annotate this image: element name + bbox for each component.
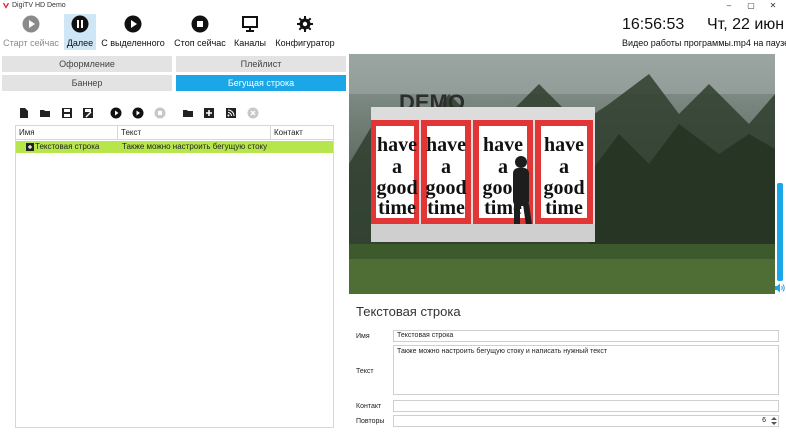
row-text-cell: Также можно настроить бегущую стоку и (122, 142, 270, 151)
poster-text-2: a (498, 156, 508, 178)
next-button[interactable]: Далее (64, 14, 96, 50)
poster-text-4: time (427, 197, 465, 219)
edit-title: Текстовая строка (356, 304, 461, 319)
clock: 16:56:53 (622, 16, 685, 33)
column-header-contact[interactable]: Контакт (271, 126, 333, 140)
poster-text-2: a (441, 156, 451, 178)
stepper-arrows-icon[interactable] (770, 416, 778, 426)
tab-ticker[interactable]: Бегущая строка (176, 75, 346, 91)
tab-design[interactable]: Оформление (2, 56, 172, 72)
repeats-stepper[interactable]: 6 (393, 415, 779, 427)
poster-text-2: a (559, 156, 569, 178)
play-icon[interactable] (110, 107, 122, 119)
channels-button[interactable]: Каналы (232, 14, 268, 50)
open-folder-icon[interactable] (39, 107, 51, 119)
play-circle-icon (124, 15, 142, 33)
tab-banner[interactable]: Баннер (2, 75, 172, 91)
speaker-icon[interactable] (774, 283, 785, 293)
poster-text-3: good (376, 177, 417, 199)
title-bar: DigiTV HD Demo – ▢ ✕ (0, 0, 786, 12)
poster-text-1: have (377, 134, 417, 156)
repeats-label: Повторы (356, 418, 385, 425)
ticker-table: Имя Текст Контакт Текстовая строка Также… (15, 125, 334, 428)
play-next-icon[interactable] (132, 107, 144, 119)
save-icon[interactable] (61, 107, 73, 119)
minimize-button[interactable]: – (718, 0, 740, 12)
delete-icon[interactable] (247, 107, 259, 119)
poster-text-1: have (483, 134, 523, 156)
poster-text-3: good (543, 177, 584, 199)
play-circle-icon (22, 15, 40, 33)
stop-circle-icon (191, 15, 209, 33)
app-logo-icon (2, 3, 10, 9)
maximize-button[interactable]: ▢ (740, 0, 762, 12)
poster-text-1: have (426, 134, 466, 156)
volume-slider[interactable] (777, 183, 783, 281)
play-from-selected-label: С выделенного (101, 38, 165, 48)
stop-now-label: Стоп сейчас (174, 38, 226, 48)
gear-icon (297, 16, 313, 32)
add-item-icon[interactable] (203, 107, 215, 119)
poster-text-1: have (544, 134, 584, 156)
text-field[interactable]: Также можно настроить бегущую стоку и на… (393, 345, 779, 395)
contact-label: Контакт (356, 403, 382, 410)
stop-now-button[interactable]: Стоп сейчас (172, 14, 228, 50)
date: Чт, 22 июн (707, 16, 785, 33)
preview-scene: DEMO have a good time have a good time h… (349, 54, 775, 294)
contact-field[interactable] (393, 400, 779, 412)
configurator-label: Конфигуратор (275, 38, 335, 48)
play-from-selected-button[interactable]: С выделенного (100, 14, 166, 50)
window-title: DigiTV HD Demo (12, 2, 66, 9)
row-name-cell: Текстовая строка (35, 142, 100, 151)
column-header-name[interactable]: Имя (16, 126, 118, 140)
poster-text-4: time (545, 197, 583, 219)
pause-circle-icon (71, 15, 89, 33)
channels-label: Каналы (234, 38, 266, 48)
poster-text-3: good (425, 177, 466, 199)
video-preview: DEMO have a good time have a good time h… (349, 54, 775, 294)
start-now-label: Старт сейчас (3, 38, 59, 48)
poster-text-2: a (392, 156, 402, 178)
monitor-icon (242, 16, 258, 32)
tab-playlist[interactable]: Плейлист (176, 56, 346, 72)
repeats-value: 6 (762, 417, 766, 424)
text-label: Текст (356, 368, 374, 375)
new-file-icon[interactable] (18, 107, 30, 119)
name-field[interactable]: Текстовая строка (393, 330, 779, 342)
configurator-button[interactable]: Конфигуратор (273, 14, 337, 50)
folder-icon[interactable] (182, 107, 194, 119)
rss-icon[interactable] (225, 107, 237, 119)
stop-icon[interactable] (154, 107, 166, 119)
expand-icon[interactable] (26, 143, 34, 151)
poster-text-4: time (378, 197, 416, 219)
name-label: Имя (356, 333, 370, 340)
save-as-icon[interactable] (82, 107, 94, 119)
start-now-button[interactable]: Старт сейчас (2, 14, 60, 50)
next-label: Далее (66, 38, 94, 48)
playback-status: Видео работы программы.mp4 на паузе (622, 38, 786, 48)
table-row[interactable]: Текстовая строка Также можно настроить б… (16, 141, 333, 153)
close-button[interactable]: ✕ (762, 0, 784, 12)
column-header-text[interactable]: Текст (118, 126, 271, 140)
